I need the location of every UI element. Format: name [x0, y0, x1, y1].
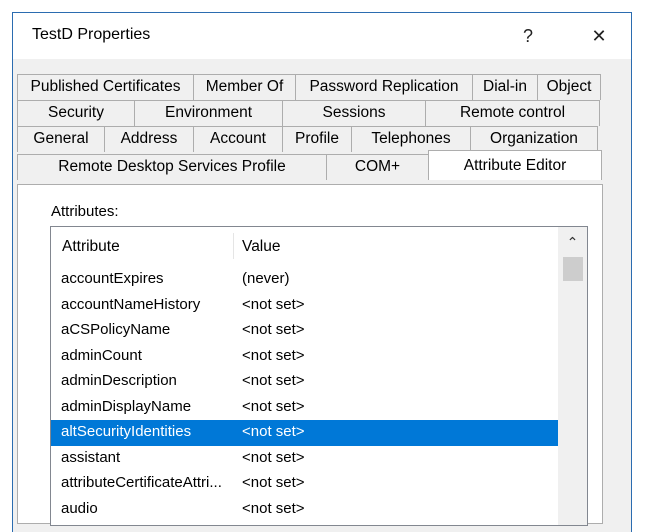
vertical-scrollbar[interactable]: ⌃ [558, 227, 587, 525]
column-divider[interactable] [233, 233, 234, 259]
row-value: <not set> [242, 321, 305, 338]
tab-row-3: General Address Account Profile Telephon… [17, 126, 598, 152]
tab-published-certificates[interactable]: Published Certificates [17, 74, 194, 100]
row-attribute: audio [61, 499, 98, 517]
list-row[interactable]: attributeCertificateAttri... <not set> [51, 471, 558, 497]
title-bar: TestD Properties ? ✕ [13, 13, 631, 59]
row-value: <not set> [242, 346, 305, 364]
list-header: Attribute Value [51, 227, 587, 265]
column-header-attribute[interactable]: Attribute [62, 238, 120, 256]
tab-general[interactable]: General [17, 126, 105, 152]
column-header-value[interactable]: Value [242, 238, 281, 256]
tab-sessions[interactable]: Sessions [282, 100, 426, 126]
tab-remote-control[interactable]: Remote control [425, 100, 600, 126]
list-rows: accountExpires (never) accountNameHistory… [51, 267, 558, 522]
tab-row-4: Remote Desktop Services Profile COM+ Att… [17, 150, 602, 180]
row-attribute: altSecurityIdentities [61, 423, 192, 440]
tab-row-1: Published Certificates Member Of Passwor… [17, 74, 601, 100]
list-row[interactable]: accountExpires (never) [51, 267, 558, 293]
tab-dial-in[interactable]: Dial-in [472, 74, 538, 100]
tab-password-replication[interactable]: Password Replication [295, 74, 473, 100]
list-row-selected[interactable]: altSecurityIdentities <not set> [51, 420, 558, 446]
attributes-label: Attributes: [51, 203, 119, 220]
row-attribute: adminCount [61, 346, 142, 364]
row-attribute: assistant [61, 448, 121, 466]
row-value: <not set> [242, 397, 305, 415]
row-value: (never) [242, 270, 290, 287]
tab-security[interactable]: Security [17, 100, 135, 126]
row-attribute: adminDisplayName [61, 397, 192, 415]
attributes-list[interactable]: Attribute Value accountExpires (never) ac… [50, 226, 588, 526]
tab-address[interactable]: Address [104, 126, 194, 152]
row-attribute: accountNameHistory [61, 295, 201, 313]
list-row[interactable]: adminCount <not set> [51, 344, 558, 370]
tab-account[interactable]: Account [193, 126, 283, 152]
row-attribute: adminDescription [61, 372, 177, 389]
tab-row-2: Security Environment Sessions Remote con… [17, 100, 600, 126]
list-row[interactable]: adminDescription <not set> [51, 369, 558, 395]
row-value: <not set> [242, 499, 305, 517]
tab-attribute-editor[interactable]: Attribute Editor [428, 150, 602, 180]
tab-object[interactable]: Object [537, 74, 601, 100]
help-button[interactable]: ? [508, 21, 548, 51]
row-attribute: aCSPolicyName [61, 321, 171, 338]
scroll-up-arrow-icon[interactable]: ⌃ [558, 231, 587, 253]
tab-com-plus[interactable]: COM+ [326, 154, 429, 180]
tab-member-of[interactable]: Member Of [193, 74, 296, 100]
scrollbar-thumb[interactable] [563, 257, 583, 281]
row-value: <not set> [242, 295, 305, 313]
list-row[interactable]: aCSPolicyName <not set> [51, 318, 558, 344]
list-row[interactable]: audio <not set> [51, 497, 558, 523]
tab-environment[interactable]: Environment [134, 100, 283, 126]
list-row[interactable]: assistant <not set> [51, 446, 558, 472]
tab-organization[interactable]: Organization [470, 126, 598, 152]
tab-profile[interactable]: Profile [282, 126, 352, 152]
row-value: <not set> [242, 423, 305, 440]
close-button[interactable]: ✕ [579, 21, 619, 51]
tab-remote-desktop-services-profile[interactable]: Remote Desktop Services Profile [17, 154, 327, 180]
row-value: <not set> [242, 474, 305, 491]
row-value: <not set> [242, 372, 305, 389]
row-attribute: attributeCertificateAttri... [61, 474, 222, 491]
list-row[interactable]: adminDisplayName <not set> [51, 395, 558, 421]
window-title: TestD Properties [32, 26, 151, 43]
tab-telephones[interactable]: Telephones [351, 126, 471, 152]
row-attribute: accountExpires [61, 270, 164, 287]
list-row[interactable]: accountNameHistory <not set> [51, 293, 558, 319]
row-value: <not set> [242, 448, 305, 466]
